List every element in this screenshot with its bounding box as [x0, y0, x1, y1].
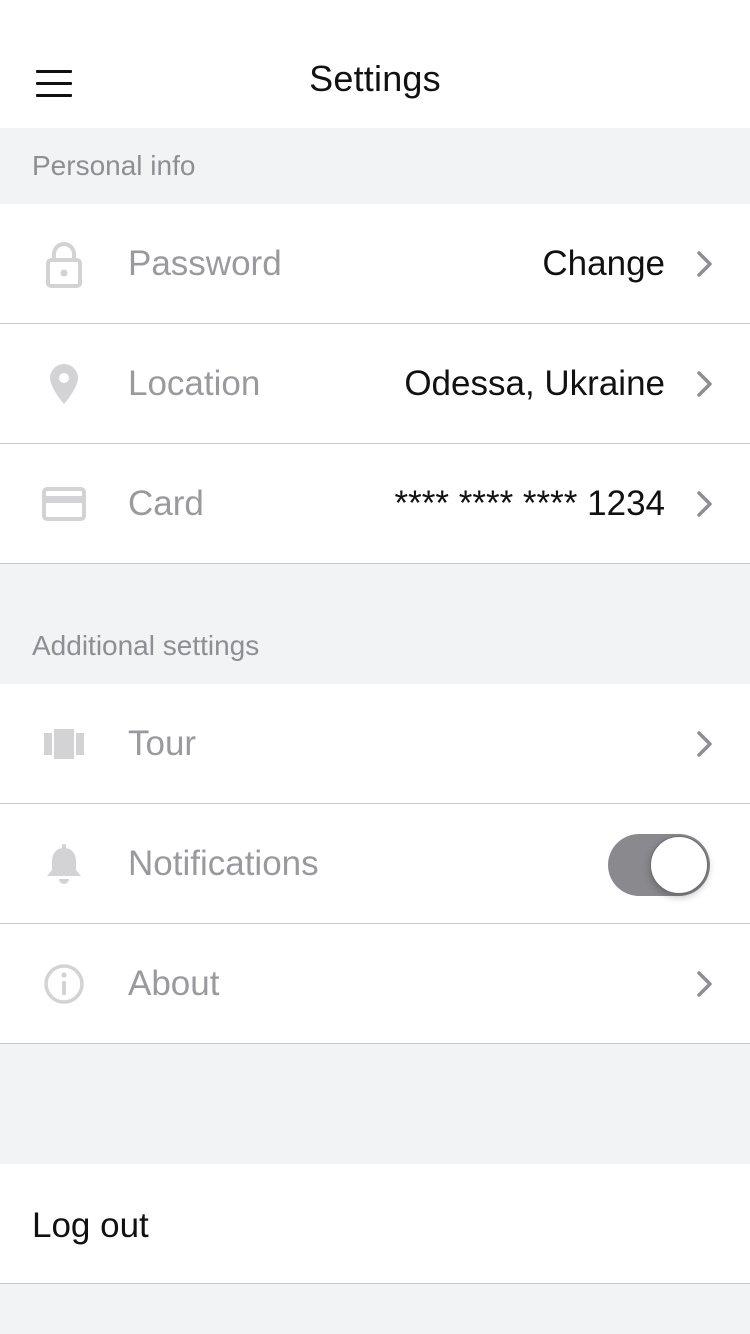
chevron-right-icon — [694, 370, 716, 398]
header-bar: Settings — [0, 0, 750, 128]
info-icon — [40, 960, 88, 1008]
section-label-additional-settings: Additional settings — [32, 630, 260, 661]
location-value: Odessa, Ukraine — [404, 364, 665, 403]
settings-row-label: About — [128, 964, 220, 1003]
carousel-icon — [40, 720, 88, 768]
settings-row-label: Notifications — [128, 844, 319, 883]
location-pin-icon — [40, 360, 88, 408]
settings-row-location[interactable]: Location Odessa, Ukraine — [0, 324, 750, 444]
page-title: Settings — [309, 58, 441, 99]
chevron-right-icon — [694, 490, 716, 518]
bell-icon — [40, 840, 88, 888]
settings-row-label: Location — [128, 364, 261, 403]
settings-row-password[interactable]: Password Change — [0, 204, 750, 324]
notifications-toggle[interactable] — [608, 834, 710, 896]
credit-card-icon — [40, 480, 88, 528]
settings-row-label: Card — [128, 484, 204, 523]
settings-row-card[interactable]: Card **** **** **** 1234 — [0, 444, 750, 564]
settings-row-notifications: Notifications — [0, 804, 750, 924]
section-label-personal-info: Personal info — [32, 150, 196, 181]
password-value: Change — [542, 244, 665, 283]
settings-row-about[interactable]: About — [0, 924, 750, 1044]
settings-row-label: Tour — [128, 724, 197, 763]
chevron-right-icon — [694, 970, 716, 998]
settings-row-tour[interactable]: Tour — [0, 684, 750, 804]
logout-label: Log out — [32, 1206, 149, 1245]
card-number-value: **** **** **** 1234 — [394, 484, 665, 523]
settings-screen: Settings Personal info Password Change L… — [0, 0, 750, 1334]
lock-icon — [40, 240, 88, 288]
toggle-knob — [650, 836, 708, 894]
chevron-right-icon — [694, 730, 716, 758]
logout-button[interactable]: Log out — [0, 1164, 750, 1284]
settings-row-label: Password — [128, 244, 282, 283]
chevron-right-icon — [694, 250, 716, 278]
